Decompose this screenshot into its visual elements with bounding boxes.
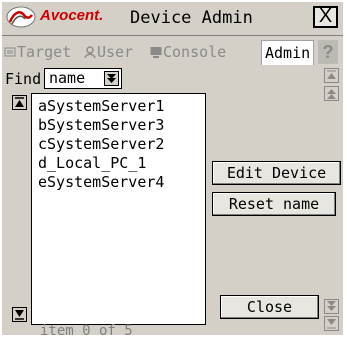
title-bar: Avocent. Device Admin X (2, 2, 343, 36)
page-down-icon[interactable] (324, 299, 339, 314)
tab-user-label: User (97, 43, 134, 61)
list-item[interactable]: bSystemServer3 (38, 116, 205, 135)
list-item[interactable]: d_Local_PC_1 (38, 154, 205, 173)
device-list[interactable]: aSystemServer1 bSystemServer3 cSystemSer… (31, 93, 206, 325)
tab-console-label: Console (163, 43, 227, 61)
chevron-down-icon[interactable] (104, 71, 119, 86)
avocent-logo-icon (6, 6, 36, 28)
tab-admin-label: Admin (265, 44, 311, 62)
tab-user[interactable]: User (84, 40, 133, 64)
window-title: Device Admin (130, 8, 253, 28)
status-text: item 0 of 5 (40, 323, 133, 339)
device-admin-window: Avocent. Device Admin X Target User Cons… (2, 2, 343, 339)
console-tab-icon (150, 46, 162, 58)
list-scroll-down-icon[interactable] (12, 307, 27, 322)
list-item[interactable]: cSystemServer2 (38, 135, 205, 154)
user-tab-icon (84, 46, 96, 58)
page-up-icon[interactable] (324, 86, 339, 101)
logo-text: Avocent. (40, 7, 104, 24)
list-item[interactable]: aSystemServer1 (38, 97, 205, 116)
find-field-select[interactable]: name (44, 68, 122, 89)
help-button[interactable]: ? (318, 40, 338, 64)
target-tab-icon (4, 46, 16, 58)
page-up-top-icon[interactable] (324, 68, 339, 83)
tab-target-label: Target (17, 43, 72, 61)
list-scroll-up-icon[interactable] (12, 95, 27, 110)
tab-target[interactable]: Target (4, 40, 71, 64)
list-item[interactable]: eSystemServer4 (38, 173, 205, 192)
tab-bar: Target User Console Admin ? (2, 39, 343, 66)
find-select-value: name (49, 69, 86, 87)
reset-name-button[interactable]: Reset name (212, 192, 336, 216)
edit-device-button[interactable]: Edit Device (212, 161, 341, 185)
close-button[interactable]: Close (220, 295, 319, 319)
page-down-bottom-icon[interactable] (324, 316, 339, 331)
tab-console[interactable]: Console (150, 40, 226, 64)
close-window-button[interactable]: X (313, 6, 338, 28)
tab-admin[interactable]: Admin (261, 40, 315, 65)
